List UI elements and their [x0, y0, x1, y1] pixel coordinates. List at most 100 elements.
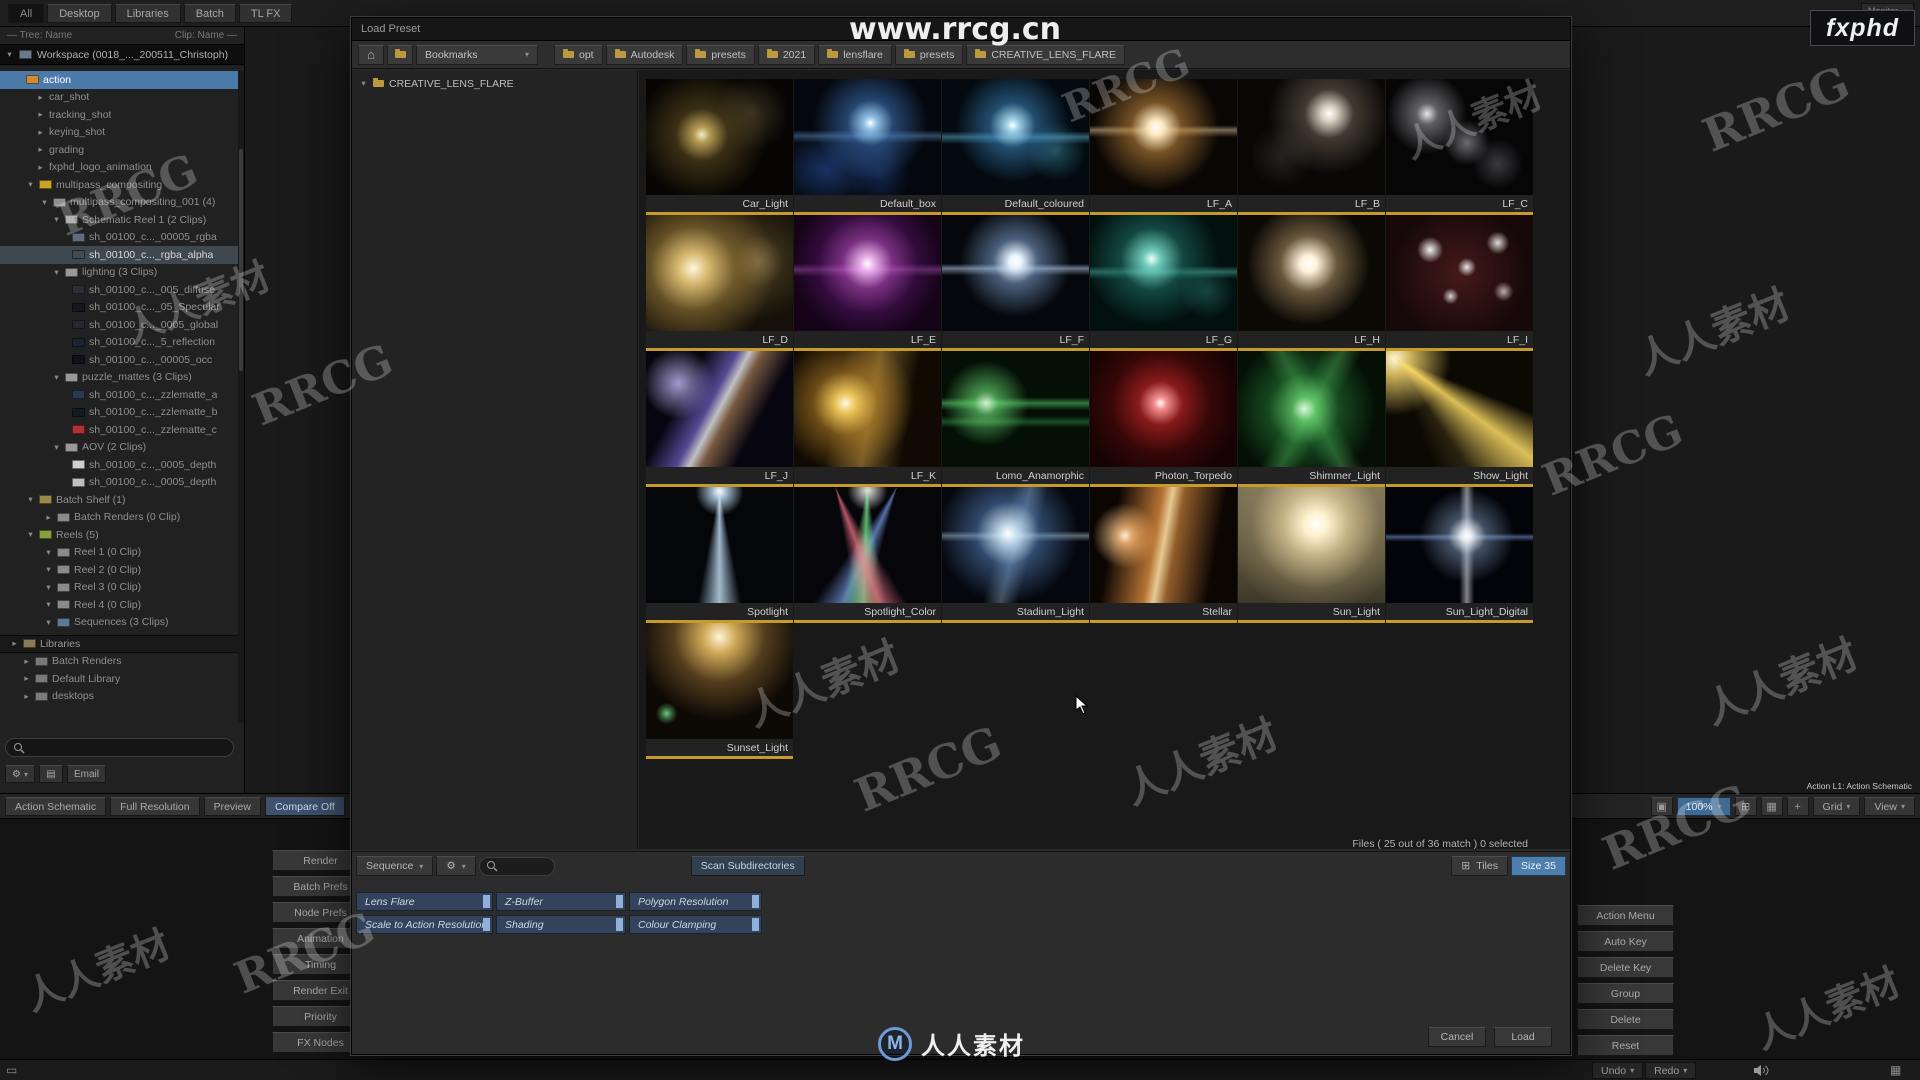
filter-z-buffer[interactable]: Z-Buffer	[496, 892, 626, 911]
panel-button-action-menu[interactable]: Action Menu	[1577, 905, 1674, 926]
tree-item-puzzle-mattes-3-clips[interactable]: ▾ puzzle_mattes (3 Clips)	[0, 369, 238, 387]
breadcrumb-presets[interactable]: presets	[686, 44, 755, 65]
sequence-dropdown[interactable]: Sequence ▾	[356, 856, 434, 876]
panel-button-reset[interactable]: Reset	[1577, 1035, 1674, 1056]
filter-lens-flare[interactable]: Lens Flare	[356, 892, 493, 911]
breadcrumb-2021[interactable]: 2021	[757, 44, 816, 65]
scrollbar-thumb[interactable]	[239, 149, 243, 371]
tree-item-workspace[interactable]: ▾ Workspace (0018_..._200511_Christoph)	[0, 44, 244, 65]
toolbar-button-compare-off[interactable]: Compare Off	[264, 797, 345, 816]
tree-item-sh-00100-c-zzlematte-b[interactable]: sh_00100_c..._zzlematte_b	[0, 404, 238, 422]
preset-tile-spotlight[interactable]: Spotlight	[646, 487, 793, 623]
chevron-down-icon[interactable]: ▾	[44, 617, 53, 628]
tree-item-sh-00100-c-zzlematte-a[interactable]: sh_00100_c..._zzlematte_a	[0, 386, 238, 404]
filter-shading[interactable]: Shading	[496, 915, 626, 934]
tree-item-sh-00100-c-05-specular[interactable]: sh_00100_c..._05_Specular	[0, 299, 238, 317]
tab-libraries[interactable]: Libraries	[114, 4, 181, 23]
tree-item-sequences-3-clips[interactable]: ▾ Sequences (3 Clips)	[0, 614, 238, 632]
preset-tile-car-light[interactable]: Car_Light	[646, 79, 793, 215]
preset-tile-default-coloured[interactable]: Default_coloured	[942, 79, 1089, 215]
preset-tile-lf-e[interactable]: LF_E	[794, 215, 941, 351]
preset-tile-lf-f[interactable]: LF_F	[942, 215, 1089, 351]
undo-button[interactable]: Undo ▾	[1592, 1062, 1644, 1079]
chevron-right-icon[interactable]: ▸	[44, 512, 53, 523]
preset-tile-shimmer-light[interactable]: Shimmer_Light	[1238, 351, 1385, 487]
chevron-right-icon[interactable]: ▸	[22, 656, 31, 667]
fit-view-icon[interactable]: ⊞	[1734, 797, 1757, 816]
tree-item-car-shot[interactable]: ▸ car_shot	[0, 89, 238, 107]
speaker-icon[interactable]	[1753, 1064, 1770, 1080]
preset-tile-stellar[interactable]: Stellar	[1090, 487, 1237, 623]
chevron-down-icon[interactable]: ▾	[44, 582, 53, 593]
panel-button-group[interactable]: Group	[1577, 983, 1674, 1004]
chevron-down-icon[interactable]: ▾	[52, 372, 61, 383]
chevron-right-icon[interactable]: ▸	[36, 92, 45, 103]
tree-item-reel-4-0-clip[interactable]: ▾ Reel 4 (0 Clip)	[0, 596, 238, 614]
zoom-control[interactable]: 100% ▾	[1676, 797, 1731, 816]
tree-item-batch-renders[interactable]: ▸ Batch Renders	[0, 653, 238, 671]
preset-tile-photon-torpedo[interactable]: Photon_Torpedo	[1090, 351, 1237, 487]
toolbar-button-action-schematic[interactable]: Action Schematic	[5, 797, 107, 816]
tab-batch[interactable]: Batch	[183, 4, 236, 23]
search-input[interactable]	[5, 738, 234, 757]
settings-dropdown[interactable]: ⚙ ▾	[5, 765, 35, 783]
bookmarks-dropdown[interactable]: Bookmarks ▾	[416, 44, 538, 65]
tree-item-fxphd-logo-animation[interactable]: ▸ fxphd_logo_animation	[0, 159, 238, 177]
tree-item-sh-00100-c-0005-global[interactable]: sh_00100_c..._0005_global	[0, 316, 238, 334]
snap-icon[interactable]: ▦	[1760, 797, 1783, 816]
preset-tile-spotlight-color[interactable]: Spotlight_Color	[794, 487, 941, 623]
tree-item-grading[interactable]: ▸ grading	[0, 141, 238, 159]
tab-desktop[interactable]: Desktop	[47, 4, 112, 23]
chevron-down-icon[interactable]: ▾	[26, 494, 35, 505]
chevron-right-icon[interactable]: ▸	[10, 638, 19, 649]
tree-item-aov-2-clips[interactable]: ▾ AOV (2 Clips)	[0, 439, 238, 457]
grid-dropdown[interactable]: Grid ▾	[1812, 797, 1861, 816]
chevron-down-icon[interactable]: ▾	[44, 599, 53, 610]
chevron-right-icon[interactable]: ▸	[36, 162, 45, 173]
panel-button-auto-key[interactable]: Auto Key	[1577, 931, 1674, 952]
chevron-down-icon[interactable]: ▾	[5, 49, 14, 60]
preset-tile-show-light[interactable]: Show_Light	[1386, 351, 1533, 487]
preset-tile-lf-b[interactable]: LF_B	[1238, 79, 1385, 215]
scan-subdirectories-button[interactable]: Scan Subdirectories	[690, 856, 805, 876]
tree-item-reel-2-0-clip[interactable]: ▾ Reel 2 (0 Clip)	[0, 561, 238, 579]
chevron-down-icon[interactable]: ▾	[40, 197, 49, 208]
folder-tree-item[interactable]: ▾ CREATIVE_LENS_FLARE	[352, 74, 637, 93]
tree-item-sh-00100-c-0005-depth[interactable]: sh_00100_c..._0005_depth	[0, 474, 238, 492]
tree-item-desktops[interactable]: ▸ desktops	[0, 688, 238, 706]
chevron-down-icon[interactable]: ▾	[52, 267, 61, 278]
toolbar-button-full-resolution[interactable]: Full Resolution	[110, 797, 200, 816]
tab-tl-fx[interactable]: TL FX	[238, 4, 293, 23]
breadcrumb-opt[interactable]: opt	[554, 44, 603, 65]
chevron-down-icon[interactable]: ▾	[52, 442, 61, 453]
chevron-right-icon[interactable]: ▸	[36, 109, 45, 120]
preset-tile-lf-j[interactable]: LF_J	[646, 351, 793, 487]
preset-tile-sunset-light[interactable]: Sunset_Light	[646, 623, 793, 759]
tree-item-tracking-shot[interactable]: ▸ tracking_shot	[0, 106, 238, 124]
preset-tile-lf-d[interactable]: LF_D	[646, 215, 793, 351]
options-gear-dropdown[interactable]: ⚙ ▾	[436, 856, 476, 876]
chevron-right-icon[interactable]: ▸	[36, 127, 45, 138]
add-icon[interactable]: +	[1786, 797, 1809, 816]
breadcrumb-autodesk[interactable]: Autodesk	[605, 44, 684, 65]
preset-tile-stadium-light[interactable]: Stadium_Light	[942, 487, 1089, 623]
panel-button-delete[interactable]: Delete	[1577, 1009, 1674, 1030]
filter-colour-clamping[interactable]: Colour Clamping	[629, 915, 762, 934]
tree-item-batch-renders-0-clip[interactable]: ▸ Batch Renders (0 Clip)	[0, 509, 238, 527]
chevron-down-icon[interactable]: ▾	[26, 529, 35, 540]
email-button[interactable]: Email	[66, 765, 106, 783]
filter-scale-to-action-resolution[interactable]: Scale to Action Resolution	[356, 915, 493, 934]
tiles-view-button[interactable]: ⊞ Tiles	[1451, 856, 1508, 876]
tree-item-reel-3-0-clip[interactable]: ▾ Reel 3 (0 Clip)	[0, 579, 238, 597]
preset-tile-lf-i[interactable]: LF_I	[1386, 215, 1533, 351]
chevron-right-icon[interactable]: ▸	[22, 691, 31, 702]
breadcrumb-creative-lens-flare[interactable]: CREATIVE_LENS_FLARE	[966, 44, 1126, 65]
preset-search-input[interactable]	[478, 856, 555, 876]
preset-tile-lf-a[interactable]: LF_A	[1090, 79, 1237, 215]
tree-item-sh-00100-c-zzlematte-c[interactable]: sh_00100_c..._zzlematte_c	[0, 421, 238, 439]
chevron-down-icon[interactable]: ▾	[44, 547, 53, 558]
tree-item-sh-00100-c-5-reflection[interactable]: sh_00100_c..._5_reflection	[0, 334, 238, 352]
chevron-down-icon[interactable]: ▾	[52, 214, 61, 225]
toolbar-button-preview[interactable]: Preview	[203, 797, 261, 816]
tree-item-batch-shelf-1[interactable]: ▾ Batch Shelf (1)	[0, 491, 238, 509]
